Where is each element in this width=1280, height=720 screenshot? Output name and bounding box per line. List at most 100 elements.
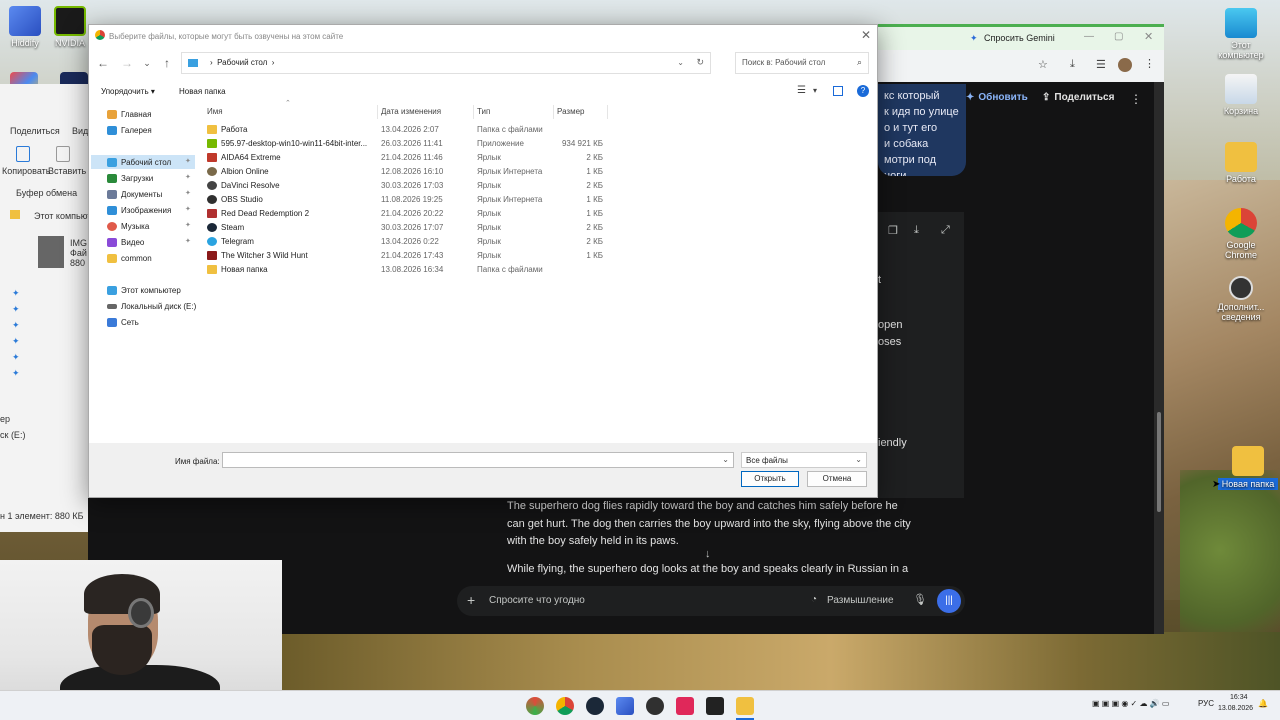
- cancel-button[interactable]: Отмена: [807, 471, 867, 487]
- nav-item-downloads[interactable]: Загрузки: [107, 171, 153, 185]
- open-button[interactable]: Открыть: [741, 471, 799, 487]
- filename-input[interactable]: ⌄: [222, 452, 734, 468]
- nav-item-documents[interactable]: Документы: [107, 187, 162, 201]
- share-button[interactable]: Поделиться: [10, 126, 60, 136]
- address-bar[interactable]: › Рабочий стол › ⌄ ↻: [181, 52, 711, 74]
- close-icon[interactable]: ✕: [861, 28, 871, 42]
- organize-button[interactable]: Упорядочить ▾: [101, 87, 155, 96]
- app-icon[interactable]: [676, 697, 694, 715]
- filetype-select[interactable]: Все файлы ⌄: [741, 452, 867, 468]
- steam-icon[interactable]: [586, 697, 604, 715]
- new-folder-button[interactable]: Новая папка: [179, 87, 226, 96]
- hiddify-icon[interactable]: [616, 697, 634, 715]
- obs-icon[interactable]: [646, 697, 664, 715]
- view-button[interactable]: Вид: [72, 126, 88, 136]
- nav-item-common[interactable]: common: [107, 251, 152, 265]
- column-header-type[interactable]: Тип: [477, 107, 490, 116]
- desktop-icon-this-pc[interactable]: Этот компьютер: [1211, 8, 1271, 60]
- notification-icon[interactable]: 🔔: [1258, 699, 1268, 708]
- chrome-icon[interactable]: [556, 697, 574, 715]
- desktop-icon-info[interactable]: Дополнит... сведения: [1211, 276, 1271, 322]
- file-row[interactable]: AIDA64 Extreme 21.04.2026 11:46 Ярлык 2 …: [203, 151, 613, 165]
- desktop-icon-hiddify[interactable]: Hiddify: [0, 6, 50, 48]
- refresh-icon[interactable]: ↻: [696, 57, 704, 68]
- tray-icons[interactable]: ▣ ▣ ▣ ◉ ✓ ☁ 🔊 ▭: [1092, 699, 1169, 708]
- column-header-name[interactable]: Имя: [207, 107, 223, 116]
- help-icon[interactable]: ?: [857, 85, 869, 97]
- column-separator[interactable]: [377, 105, 378, 119]
- file-row[interactable]: Albion Online 12.08.2026 16:10 Ярлык Инт…: [203, 165, 613, 179]
- clock-time[interactable]: 16:34: [1230, 694, 1248, 701]
- nav-item-music[interactable]: Музыка: [107, 219, 149, 233]
- breadcrumb[interactable]: Этот компьют: [34, 211, 91, 221]
- nav-item-network[interactable]: Сеть: [107, 315, 139, 329]
- app-icon[interactable]: [526, 697, 544, 715]
- desktop-icon-recycle-bin[interactable]: Корзина: [1211, 74, 1271, 116]
- bookmark-star-icon[interactable]: ☆: [1038, 58, 1048, 71]
- maximize-icon[interactable]: ▢: [1114, 31, 1123, 42]
- browser-tab-title[interactable]: Спросить Gemini: [984, 33, 1055, 43]
- desktop-icon-nvidia[interactable]: NVIDIA: [50, 6, 90, 48]
- path-segment[interactable]: Рабочий стол: [217, 58, 267, 67]
- up-icon[interactable]: ↑: [157, 53, 177, 73]
- file-row[interactable]: Telegram 13.04.2026 0:22 Ярлык 2 КБ: [203, 235, 613, 249]
- scroll-down-icon[interactable]: ↓: [705, 548, 711, 560]
- chevron-down-icon[interactable]: ⌄: [722, 455, 729, 464]
- nav-item-video[interactable]: Видео: [107, 235, 144, 249]
- forward-icon[interactable]: →: [117, 53, 137, 73]
- view-options-icon[interactable]: ☰: [797, 85, 806, 96]
- nav-item-pictures[interactable]: Изображения: [107, 203, 171, 217]
- file-row[interactable]: The Witcher 3 Wild Hunt 21.04.2026 17:43…: [203, 249, 613, 263]
- browser-scrollbar[interactable]: [1154, 82, 1164, 634]
- nav-item-partial[interactable]: ск (E:): [0, 430, 25, 440]
- microphone-icon[interactable]: 🎙: [913, 593, 927, 606]
- file-explorer-icon[interactable]: [736, 697, 754, 715]
- column-separator[interactable]: [473, 105, 474, 119]
- expand-icon[interactable]: ⤢: [941, 224, 950, 237]
- minimize-icon[interactable]: —: [1084, 31, 1094, 42]
- search-input[interactable]: Поиск в: Рабочий стол ⌕: [735, 52, 869, 74]
- chevron-down-icon[interactable]: ⌄: [137, 53, 157, 73]
- file-row[interactable]: Steam 30.03.2026 17:07 Ярлык 2 КБ: [203, 221, 613, 235]
- paste-button[interactable]: Вставить: [48, 166, 86, 176]
- nav-item-gallery[interactable]: Галерея: [107, 123, 152, 137]
- download-icon[interactable]: ⤓: [914, 224, 919, 237]
- desktop-icon-new-folder[interactable]: Новая папка: [1218, 446, 1278, 490]
- chat-input[interactable]: Спросите что угодно: [489, 595, 585, 606]
- chat-input-bar[interactable]: + Спросите что угодно ◔ Размышление 🎙 ||…: [457, 586, 965, 616]
- extensions-icon[interactable]: ☰: [1096, 58, 1106, 71]
- clock-date[interactable]: 13.08.2026: [1218, 705, 1253, 712]
- file-row[interactable]: Новая папка 13.08.2026 16:34 Папка с фай…: [203, 263, 613, 277]
- download-icon[interactable]: ⤓: [1070, 58, 1075, 71]
- chevron-down-icon[interactable]: ▾: [813, 86, 817, 95]
- file-row[interactable]: DaVinci Resolve 30.03.2026 17:03 Ярлык 2…: [203, 179, 613, 193]
- add-icon[interactable]: +: [467, 592, 475, 608]
- nav-item-partial[interactable]: ер: [0, 414, 10, 424]
- back-icon[interactable]: ←: [93, 53, 113, 73]
- column-header-modified[interactable]: Дата изменения: [381, 107, 441, 116]
- image-thumbnail[interactable]: [38, 236, 64, 268]
- app-icon[interactable]: [706, 697, 724, 715]
- language-indicator[interactable]: РУС: [1198, 699, 1214, 708]
- menu-icon[interactable]: ⋮: [1144, 57, 1155, 70]
- thinking-mode-button[interactable]: Размышление: [827, 595, 894, 606]
- nav-item-drive-e[interactable]: Локальный диск (E:): [107, 299, 196, 313]
- column-separator[interactable]: [607, 105, 608, 119]
- voice-mode-button[interactable]: |||: [937, 589, 961, 613]
- profile-avatar[interactable]: [1118, 58, 1132, 72]
- chevron-down-icon[interactable]: ⌄: [677, 58, 684, 67]
- desktop-icon-label[interactable]: Новая папка: [1218, 478, 1278, 490]
- file-row[interactable]: Red Dead Redemption 2 21.04.2026 20:22 Я…: [203, 207, 613, 221]
- update-button[interactable]: ✦ Обновить: [966, 92, 1028, 103]
- column-header-size[interactable]: Размер: [557, 107, 585, 116]
- preview-pane-icon[interactable]: [833, 86, 843, 96]
- search-icon[interactable]: ⌕: [857, 57, 862, 68]
- more-options-icon[interactable]: ⋮: [1130, 92, 1142, 106]
- desktop-icon-work-folder[interactable]: Работа: [1211, 142, 1271, 184]
- share-button[interactable]: ⇪ Поделиться: [1042, 92, 1114, 103]
- file-row[interactable]: OBS Studio 11.08.2026 19:25 Ярлык Интерн…: [203, 193, 613, 207]
- file-row[interactable]: 595.97-desktop-win10-win11-64bit-inter..…: [203, 137, 613, 151]
- file-row[interactable]: Работа 13.04.2026 2:07 Папка с файлами: [203, 123, 613, 137]
- scrollbar-thumb[interactable]: [1157, 412, 1161, 512]
- nav-item-this-pc[interactable]: Этот компьютер: [107, 283, 181, 297]
